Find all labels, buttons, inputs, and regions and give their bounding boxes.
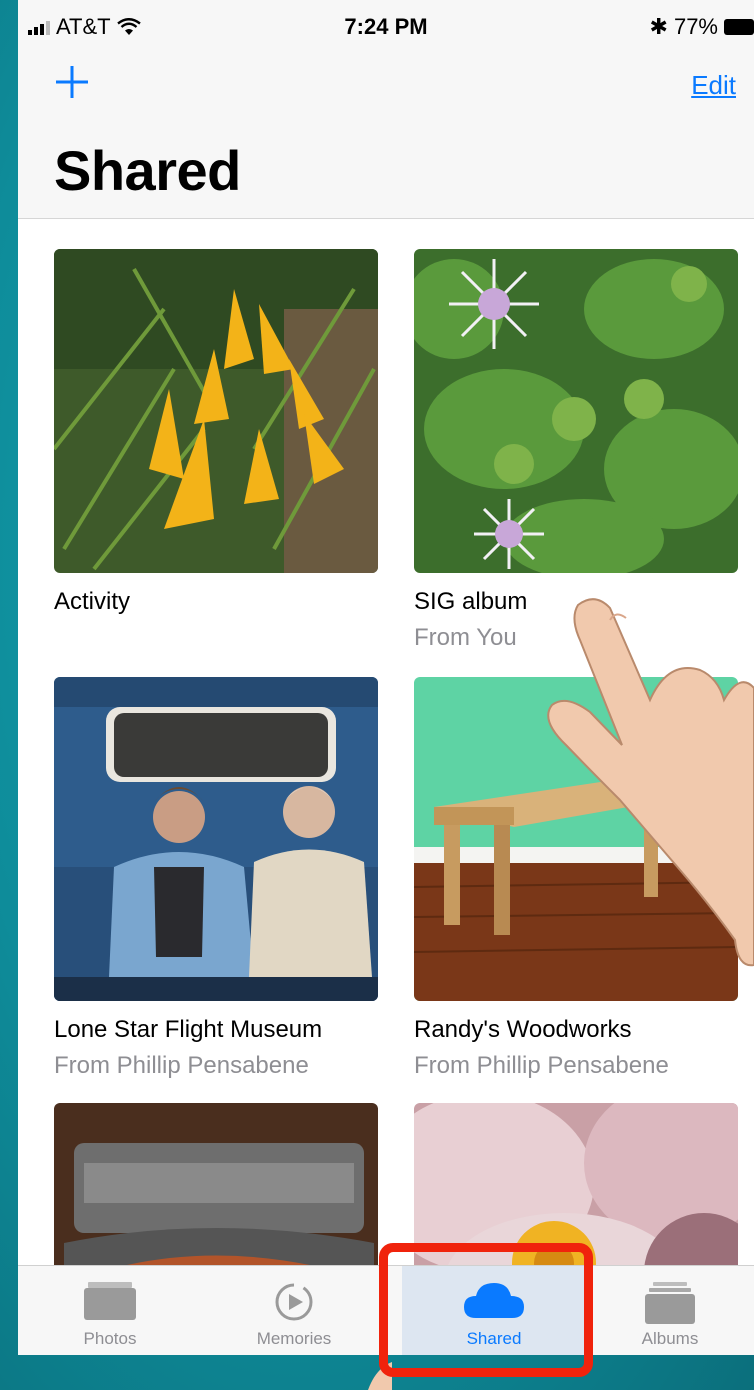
album-thumbnail[interactable] [54, 677, 378, 1001]
yellow-flowers-photo [54, 249, 378, 573]
wooden-table-photo [414, 677, 738, 1001]
album-thumbnail[interactable] [414, 249, 738, 573]
album-subtitle: From Phillip Pensabene [414, 1052, 669, 1079]
museum-photo [54, 677, 378, 1001]
tab-albums[interactable]: Albums [586, 1266, 754, 1355]
album-title: Lone Star Flight Museum [54, 1016, 323, 1043]
grill-photo [54, 1103, 378, 1265]
tab-label: Memories [256, 1329, 332, 1348]
tab-memories[interactable]: Memories [202, 1266, 386, 1355]
shared-tab-highlight [379, 1243, 593, 1377]
status-bar: AT&T 7:24 PM ✱ 77% [18, 0, 754, 56]
status-time: 7:24 PM [344, 14, 428, 39]
album-title: SIG album [414, 588, 528, 615]
album-activity[interactable]: Activity [54, 249, 378, 617]
phone-screen: AT&T 7:24 PM ✱ 77% Edit Shared Activity … [18, 0, 754, 1355]
shared-albums-grid: Activity SIG album From You Lone Star Fl… [18, 219, 754, 1265]
memories-icon [275, 1283, 313, 1321]
pink-flower-photo [414, 1103, 738, 1265]
tab-label: Albums [641, 1329, 699, 1348]
album-subtitle: From You [414, 624, 517, 651]
tab-photos[interactable]: Photos [18, 1266, 202, 1355]
passion-flower-photo [414, 249, 738, 573]
album-thumbnail[interactable] [414, 677, 738, 1001]
edit-button[interactable]: Edit [691, 70, 736, 101]
album-title: Randy's Woodworks [414, 1016, 632, 1043]
add-album-button[interactable] [52, 62, 92, 102]
album-thumbnail[interactable] [54, 1103, 378, 1265]
album-thumbnail[interactable] [54, 249, 378, 573]
album-flower[interactable] [414, 1103, 738, 1265]
tab-label: Photos [83, 1329, 137, 1348]
battery-percent: 77% [673, 14, 718, 39]
status-right: ✱ 77% [650, 14, 754, 40]
album-title: Activity [54, 588, 131, 615]
photos-icon [84, 1282, 136, 1320]
battery-icon [724, 19, 754, 35]
album-thumbnail[interactable] [414, 1103, 738, 1265]
album-lone-star-flight-museum[interactable]: Lone Star Flight Museum From Phillip Pen… [54, 677, 378, 1081]
bluetooth-icon: ✱ [649, 14, 668, 39]
navigation-bar: Edit Shared [18, 56, 754, 219]
album-subtitle: From Phillip Pensabene [54, 1052, 309, 1079]
album-randys-woodworks[interactable]: Randy's Woodworks From Phillip Pensabene [414, 677, 738, 1081]
album-sig[interactable]: SIG album From You [414, 249, 738, 653]
page-title: Shared [54, 139, 241, 202]
album-grill[interactable] [54, 1103, 378, 1265]
albums-icon [645, 1282, 695, 1324]
